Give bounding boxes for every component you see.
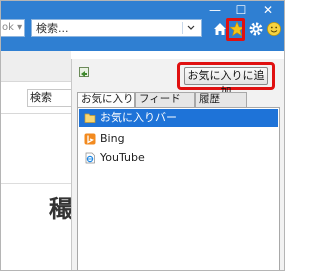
tab-history[interactable]: 履歴 bbox=[195, 92, 247, 107]
smiley-icon bbox=[267, 22, 281, 36]
address-text: ok ▾ bbox=[2, 22, 23, 33]
divider bbox=[1, 183, 71, 184]
browser-window: — ☐ ✕ ok ▾ 検索... 検索 穝 お気に入りに追 お気に入り フィード… bbox=[0, 0, 285, 271]
search-placeholder: 検索... bbox=[36, 22, 69, 35]
tools-button[interactable] bbox=[248, 21, 264, 37]
address-bar[interactable]: ok ▾ bbox=[1, 19, 25, 37]
title-bar: — ☐ ✕ ok ▾ 検索... bbox=[1, 1, 284, 51]
page-heading-fragment: 穝 bbox=[49, 195, 73, 223]
pin-icon[interactable] bbox=[79, 67, 89, 77]
favorites-highlight-frame bbox=[226, 18, 245, 41]
list-item[interactable]: YouTube bbox=[79, 149, 278, 167]
feedback-button[interactable] bbox=[266, 21, 282, 37]
folder-icon bbox=[84, 113, 96, 123]
tab-favorites[interactable]: お気に入り bbox=[77, 92, 135, 108]
search-dropdown-button[interactable] bbox=[182, 21, 200, 35]
list-item[interactable]: Bing bbox=[79, 130, 278, 148]
favorites-list: お気に入りバー Bing YouTube bbox=[77, 107, 280, 270]
page-search-label: 検索 bbox=[30, 91, 52, 104]
list-item-label: お気に入りバー bbox=[100, 111, 177, 124]
list-item[interactable]: お気に入りバー bbox=[79, 109, 278, 127]
page-search-box[interactable]: 検索 bbox=[27, 89, 71, 107]
tab-feeds[interactable]: フィード bbox=[135, 92, 195, 107]
pin-arrow-icon bbox=[81, 71, 87, 77]
list-item-label: YouTube bbox=[100, 151, 145, 164]
search-input[interactable]: 検索... bbox=[31, 19, 202, 37]
page-header-strip bbox=[1, 51, 71, 82]
add-to-favorites-button[interactable]: お気に入りに追加 bbox=[184, 67, 268, 98]
minimize-button[interactable]: — bbox=[206, 3, 224, 17]
divider bbox=[1, 113, 71, 114]
chevron-down-icon bbox=[182, 22, 195, 34]
bing-icon bbox=[84, 133, 96, 145]
ie-page-icon bbox=[85, 152, 95, 164]
close-button[interactable]: ✕ bbox=[259, 3, 277, 17]
maximize-button[interactable]: ☐ bbox=[232, 3, 250, 17]
list-item-label: Bing bbox=[100, 132, 125, 145]
favorites-panel: お気に入りに追加 お気に入り フィード 履歴 お気に入りバー Bing bbox=[71, 59, 284, 270]
gear-icon bbox=[249, 22, 263, 36]
page-content bbox=[1, 51, 71, 270]
